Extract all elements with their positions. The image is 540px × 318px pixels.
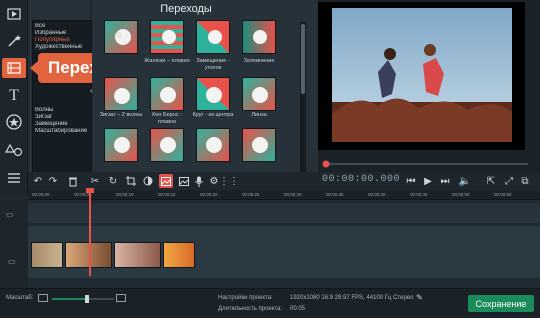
ruler-tick: 00:00:00 <box>32 192 50 197</box>
scale-label: Масштаб: <box>6 295 34 301</box>
zoom-slider-fill <box>52 298 86 300</box>
ruler-tick: 00:00:35 <box>326 192 344 197</box>
color-adjust-icon[interactable] <box>141 174 155 188</box>
text-tool-icon[interactable]: T <box>2 86 26 106</box>
project-duration-label: Длительность проекта: <box>218 306 283 312</box>
microphone-icon[interactable] <box>192 174 206 188</box>
category-list: Все Избранные Популярные Художественные … <box>32 20 92 188</box>
thumbnail-caption: Круг - из центра <box>192 112 234 118</box>
transitions-tool-icon[interactable] <box>2 58 26 78</box>
ruler-tick: 00:00:15 <box>158 192 176 197</box>
transition-thumbnail[interactable] <box>104 128 138 162</box>
category-item[interactable]: Зигзаг <box>35 114 89 121</box>
next-frame-icon[interactable]: ⏭ <box>438 174 452 188</box>
undo-icon[interactable]: ↶ <box>31 174 45 188</box>
stickers-icon[interactable] <box>2 112 26 132</box>
status-bar <box>0 288 540 318</box>
zoom-in-icon[interactable] <box>116 294 126 302</box>
transition-thumbnail[interactable] <box>150 77 184 111</box>
delete-icon[interactable] <box>66 174 80 188</box>
transition-thumbnail[interactable] <box>104 77 138 111</box>
ruler-tick: 00:00:55 <box>494 192 512 197</box>
volume-icon[interactable]: 🔈 <box>458 174 472 188</box>
thumbnail-caption: Замещение - уголок <box>196 58 230 71</box>
ruler-tick: 00:00:50 <box>452 192 470 197</box>
playhead[interactable] <box>89 190 91 276</box>
edit-pencil-icon[interactable]: ✎ <box>416 293 423 302</box>
category-item-selected[interactable]: Популярные <box>35 37 89 44</box>
thumbnail-caption: Кен Бернс - плавно <box>152 112 182 125</box>
transition-thumbnail[interactable] <box>242 128 276 162</box>
category-item[interactable]: Все <box>35 23 89 30</box>
project-settings-label: Настройки проекта: <box>218 295 273 301</box>
cut-icon[interactable]: ✂ <box>88 174 102 188</box>
transition-thumbnail[interactable] <box>196 20 230 54</box>
track-icon: ▭ <box>8 257 16 266</box>
play-icon[interactable]: ▶ <box>421 174 435 188</box>
gallery-title: Переходы <box>160 3 212 15</box>
thumbnail-caption: Затемнение <box>243 58 275 64</box>
playhead-handle[interactable] <box>86 188 94 193</box>
transition-thumbnail[interactable] <box>196 128 230 162</box>
track-icon: ▭ <box>6 210 14 219</box>
export-icon[interactable]: ⇱ <box>484 174 498 188</box>
video-clip[interactable] <box>31 242 63 268</box>
overlay-track[interactable] <box>28 203 540 223</box>
video-preview[interactable] <box>318 2 525 150</box>
transition-thumbnail[interactable] <box>150 128 184 162</box>
category-item[interactable]: Художественные <box>35 44 89 51</box>
equalizer-icon[interactable]: ⋮⋮ <box>219 174 239 188</box>
category-item[interactable]: Избранные <box>35 30 89 37</box>
ruler-tick: 00:00:20 <box>200 192 218 197</box>
video-clip[interactable] <box>163 242 195 268</box>
track-header-column <box>0 200 28 288</box>
crop-icon[interactable] <box>124 174 138 188</box>
import-icon[interactable] <box>2 4 26 24</box>
slideshow-icon[interactable] <box>159 174 173 188</box>
transition-thumbnail[interactable] <box>242 77 276 111</box>
ruler-tick: 00:00:45 <box>410 192 428 197</box>
video-clip[interactable] <box>114 242 161 268</box>
ruler-tick: 00:00:10 <box>116 192 134 197</box>
gallery-scrollbar-thumb[interactable] <box>301 24 305 94</box>
timecode-display: 00:00:00.000 <box>322 174 401 185</box>
ruler-tick: 00:00:30 <box>284 192 302 197</box>
magic-wand-icon[interactable] <box>2 31 26 51</box>
category-item[interactable]: Замещение <box>35 121 89 128</box>
project-settings-value: 1920x1080 16:9 29.97 FPS, 44100 Гц Стере… <box>290 295 414 301</box>
thumbnail-caption: Зигзаг – 2 волны <box>99 112 143 118</box>
zoom-slider-handle[interactable] <box>85 295 89 303</box>
transition-thumbnail[interactable] <box>104 20 138 54</box>
ruler-tick: 00:00:40 <box>368 192 386 197</box>
preview-seekbar[interactable] <box>322 155 528 168</box>
project-duration-value: 00:05 <box>290 306 306 312</box>
left-toolbar: T <box>0 0 28 196</box>
ruler-tick: 00:00:25 <box>242 192 260 197</box>
transition-thumbnail[interactable] <box>242 20 276 54</box>
save-button[interactable]: Сохранение <box>468 295 534 312</box>
fullscreen-icon[interactable]: ⤢ <box>502 174 516 188</box>
save-button-label: Сохранение <box>475 298 527 309</box>
category-item[interactable]: Волны <box>35 107 89 114</box>
thumbnail-caption: Жалюзи – плавно <box>144 58 190 64</box>
detach-icon[interactable]: ⧉ <box>518 174 532 188</box>
category-item[interactable]: Масштабирование <box>35 128 89 135</box>
transition-thumbnail[interactable] <box>150 20 184 54</box>
more-menu-icon[interactable] <box>2 168 26 188</box>
rotate-icon[interactable]: ↻ <box>106 174 120 188</box>
image-icon[interactable] <box>177 174 191 188</box>
previous-frame-icon[interactable]: ⏮ <box>404 174 418 188</box>
redo-icon[interactable]: ↷ <box>46 174 60 188</box>
shapes-icon[interactable] <box>2 140 26 160</box>
thumbnail-caption: Линза <box>251 112 267 118</box>
transition-thumbnail[interactable] <box>196 77 230 111</box>
zoom-out-icon[interactable] <box>38 294 48 302</box>
